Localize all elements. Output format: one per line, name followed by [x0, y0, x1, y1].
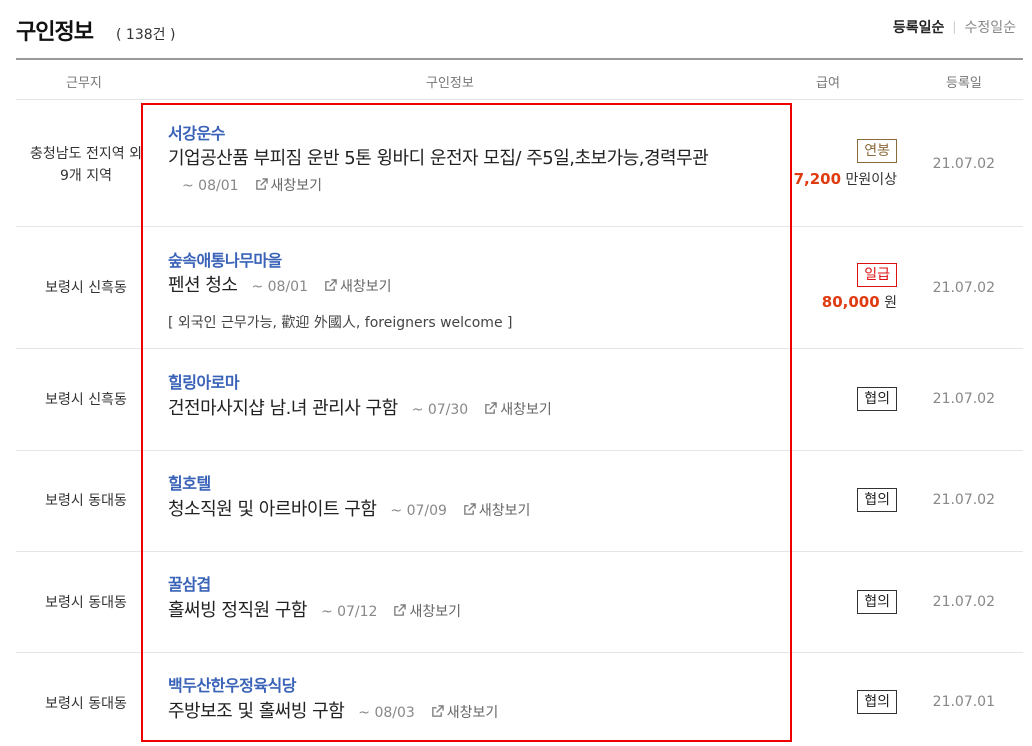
deadline: ~ 07/12 [320, 604, 378, 620]
open-new-window[interactable]: 새창보기 [463, 503, 530, 519]
deadline: ~ 08/01 [182, 178, 239, 194]
external-link-icon [394, 604, 407, 616]
location: 보령시 신흑동 [45, 392, 127, 408]
company-name[interactable]: 서강운수 [168, 120, 225, 144]
location: 보령시 동대동 [45, 493, 127, 509]
sort-options: 등록일순 | 수정일순 [893, 17, 1016, 37]
table-row: 충청남도 전지역 외 9개 지역 서강운수 기업공산품 부피짐 운반 5톤 윙바… [16, 100, 1023, 227]
reg-date: 21.07.02 [932, 280, 995, 296]
deadline: ~ 08/01 [251, 279, 308, 295]
table-row: 보령시 신흑동 힐링아로마 건전마사지샵 남.녀 관리사 구함 ~ 07/30 새창… [16, 349, 1023, 451]
location: 충청남도 전지역 외 9개 지역 [30, 146, 142, 184]
reg-date: 21.07.02 [932, 492, 995, 508]
company-name[interactable]: 힐호텔 [168, 470, 211, 494]
open-new-window[interactable]: 새창보기 [393, 604, 461, 620]
job-title[interactable]: 건전마사지샵 남.녀 관리사 구함 [168, 398, 398, 419]
job-title-line: 건전마사지샵 남.녀 관리사 구함 ~ 07/30 새창보기 [168, 396, 728, 423]
table-header: 근무지 구인정보 급여 등록일 [16, 58, 1023, 100]
external-link-icon [485, 402, 497, 414]
salary-amount: 7,200 만원이상 [793, 170, 897, 188]
page-header: 구인정보 ( 138건 ) 등록일순 | 수정일순 [16, 0, 1016, 58]
location: 보령시 동대동 [45, 696, 127, 712]
open-new-window[interactable]: 새창보기 [255, 178, 322, 194]
reg-date: 21.07.02 [932, 156, 995, 172]
result-count: ( 138건 ) [116, 27, 176, 43]
table-row: 보령시 신흑동 숲속애통나무마을 펜션 청소 ~ 08/01 새창보기 [ 외국인 … [16, 227, 1023, 349]
table-row: 보령시 동대동 백두산한우정육식당 주방보조 및 홀써빙 구함 ~ 08/03 새창… [16, 653, 1023, 746]
reg-date: 21.07.02 [932, 594, 995, 610]
external-link-icon [325, 279, 337, 291]
reg-date: 21.07.01 [932, 694, 995, 710]
open-new-window[interactable]: 새창보기 [431, 705, 498, 721]
open-new-window[interactable]: 새창보기 [484, 402, 552, 418]
col-location: 근무지 [66, 76, 102, 91]
reg-date: 21.07.02 [932, 391, 995, 407]
page-title: 구인정보 [16, 20, 94, 45]
pay-type-badge: 협의 [857, 488, 897, 512]
job-title[interactable]: 기업공산품 부피짐 운반 5톤 윙바디 운전자 모집/ 주5일,초보가능,경력무… [168, 148, 709, 169]
job-title[interactable]: 홀써빙 정직원 구함 [168, 600, 307, 621]
sort-separator: | [952, 20, 957, 34]
foreigner-note: [ 외국인 근무가능, 歡迎 外國人, foreigners welcome ] [168, 315, 513, 331]
deadline: ~ 07/30 [411, 402, 469, 418]
table-row: 보령시 동대동 힐호텔 청소직원 및 아르바이트 구함 ~ 07/09 새창보기 협… [16, 451, 1023, 552]
pay-type-badge: 일급 [857, 263, 897, 287]
job-title[interactable]: 주방보조 및 홀써빙 구함 [168, 701, 345, 722]
deadline: ~ 08/03 [358, 705, 415, 721]
col-date: 등록일 [946, 76, 982, 91]
col-info: 구인정보 [426, 76, 474, 91]
location: 보령시 신흑동 [45, 280, 127, 296]
pay-type-badge: 협의 [857, 387, 897, 411]
job-title-line: 주방보조 및 홀써빙 구함 ~ 08/03 새창보기 [168, 699, 728, 726]
open-new-window[interactable]: 새창보기 [324, 279, 392, 295]
job-title-line: 펜션 청소 ~ 08/01 새창보기 [168, 273, 728, 300]
job-title[interactable]: 청소직원 및 아르바이트 구함 [168, 499, 377, 520]
deadline: ~ 07/09 [390, 503, 447, 519]
job-title[interactable]: 펜션 청소 [168, 275, 238, 296]
salary-amount: 80,000 원 [821, 293, 897, 311]
company-name[interactable]: 숲속애통나무마을 [168, 247, 282, 271]
external-link-icon [464, 503, 476, 515]
pay-type-badge: 협의 [857, 690, 897, 714]
sort-by-registration[interactable]: 등록일순 [893, 17, 945, 37]
company-name[interactable]: 백두산한우정육식당 [168, 672, 296, 696]
sort-by-modified[interactable]: 수정일순 [964, 17, 1016, 37]
table-row: 보령시 동대동 꿀삼겹 홀써빙 정직원 구함 ~ 07/12 새창보기 협의 21.… [16, 552, 1023, 653]
job-title-line: 기업공산품 부피짐 운반 5톤 윙바디 운전자 모집/ 주5일,초보가능,경력무… [168, 146, 728, 199]
company-name[interactable]: 힐링아로마 [168, 369, 240, 393]
location: 보령시 동대동 [45, 595, 127, 611]
pay-type-badge: 연봉 [857, 139, 897, 163]
company-name[interactable]: 꿀삼겹 [168, 571, 211, 595]
external-link-icon [432, 705, 444, 717]
pay-type-badge: 협의 [857, 590, 897, 614]
job-title-line: 홀써빙 정직원 구함 ~ 07/12 새창보기 [168, 598, 728, 625]
job-title-line: 청소직원 및 아르바이트 구함 ~ 07/09 새창보기 [168, 497, 728, 524]
col-salary: 급여 [816, 76, 840, 91]
external-link-icon [255, 178, 268, 190]
